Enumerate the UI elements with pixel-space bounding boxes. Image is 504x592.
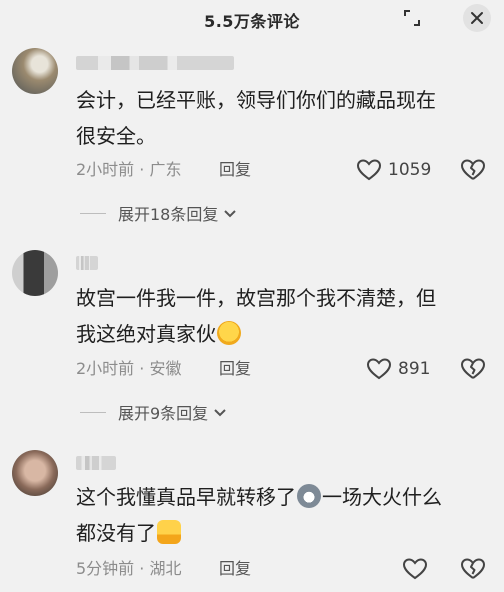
heart-icon [356, 159, 382, 181]
chevron-down-icon [224, 210, 237, 218]
comment-text: 会计，已经平账，领导们你们的藏品现在 很安全。 [76, 82, 486, 154]
like-button[interactable] [402, 555, 434, 583]
comment-text-line: 我这绝对真家伙 [76, 316, 486, 352]
reply-button[interactable]: 回复 [219, 158, 251, 182]
laughing-emoji-icon [217, 321, 241, 345]
comment-count-title: 5.5万条评论 [204, 12, 300, 31]
comments-header: 5.5万条评论 [0, 0, 504, 38]
like-button[interactable]: 891 [366, 355, 430, 383]
expand-replies-label: 展开9条回复 [118, 404, 209, 423]
expand-replies-button[interactable]: 展开18条回复 [80, 202, 238, 224]
heart-icon [402, 558, 428, 580]
comment-text-line: 都没有了 [76, 515, 486, 551]
comment-text-segment: 我这绝对真家伙 [76, 322, 216, 346]
thumbs-up-emoji-icon [157, 520, 181, 544]
expand-replies-label: 展开18条回复 [118, 205, 219, 224]
username-blurred[interactable] [76, 456, 116, 470]
broken-heart-icon[interactable] [460, 556, 486, 582]
broken-heart-icon[interactable] [460, 157, 486, 183]
heart-icon [366, 358, 392, 380]
comment-text-segment: 这个我懂真品早就转移了 [76, 485, 296, 509]
comment-meta: 2小时前 · 广东 [76, 160, 182, 179]
comment-text-segment: 都没有了 [76, 521, 156, 545]
divider-line [80, 411, 106, 413]
expand-replies-button[interactable]: 展开9条回复 [80, 401, 228, 423]
comment-meta: 2小时前 · 安徽 [76, 359, 182, 378]
divider-line [80, 212, 106, 214]
comment-text-line: 故宫一件我一件，故宫那个我不清楚，但 [76, 286, 436, 310]
username-blurred[interactable] [76, 56, 234, 70]
avatar[interactable] [12, 250, 58, 296]
comment-text: 这个我懂真品早就转移了 一场大火什么 都没有了 [76, 479, 486, 551]
comment-text-line: 这个我懂真品早就转移了 一场大火什么 [76, 479, 486, 515]
comment-text-line: 很安全。 [76, 124, 156, 148]
close-icon[interactable] [463, 4, 491, 32]
reply-button[interactable]: 回复 [219, 557, 251, 581]
broken-heart-icon[interactable] [460, 356, 486, 382]
husky-emoji-icon [297, 484, 321, 508]
comment-text: 故宫一件我一件，故宫那个我不清楚，但 我这绝对真家伙 [76, 280, 486, 352]
like-button[interactable]: 1059 [356, 156, 431, 184]
comment-text-line: 会计，已经平账，领导们你们的藏品现在 [76, 88, 436, 112]
avatar[interactable] [12, 450, 58, 496]
chevron-down-icon [214, 409, 226, 417]
like-count: 1059 [388, 160, 432, 180]
like-count: 891 [398, 359, 431, 379]
username-blurred[interactable] [76, 256, 98, 270]
avatar[interactable] [12, 48, 58, 94]
comment-meta: 5分钟前 · 湖北 [76, 559, 182, 578]
expand-icon[interactable] [398, 4, 426, 32]
reply-button[interactable]: 回复 [219, 357, 251, 381]
comment-text-segment: 一场大火什么 [322, 485, 442, 509]
